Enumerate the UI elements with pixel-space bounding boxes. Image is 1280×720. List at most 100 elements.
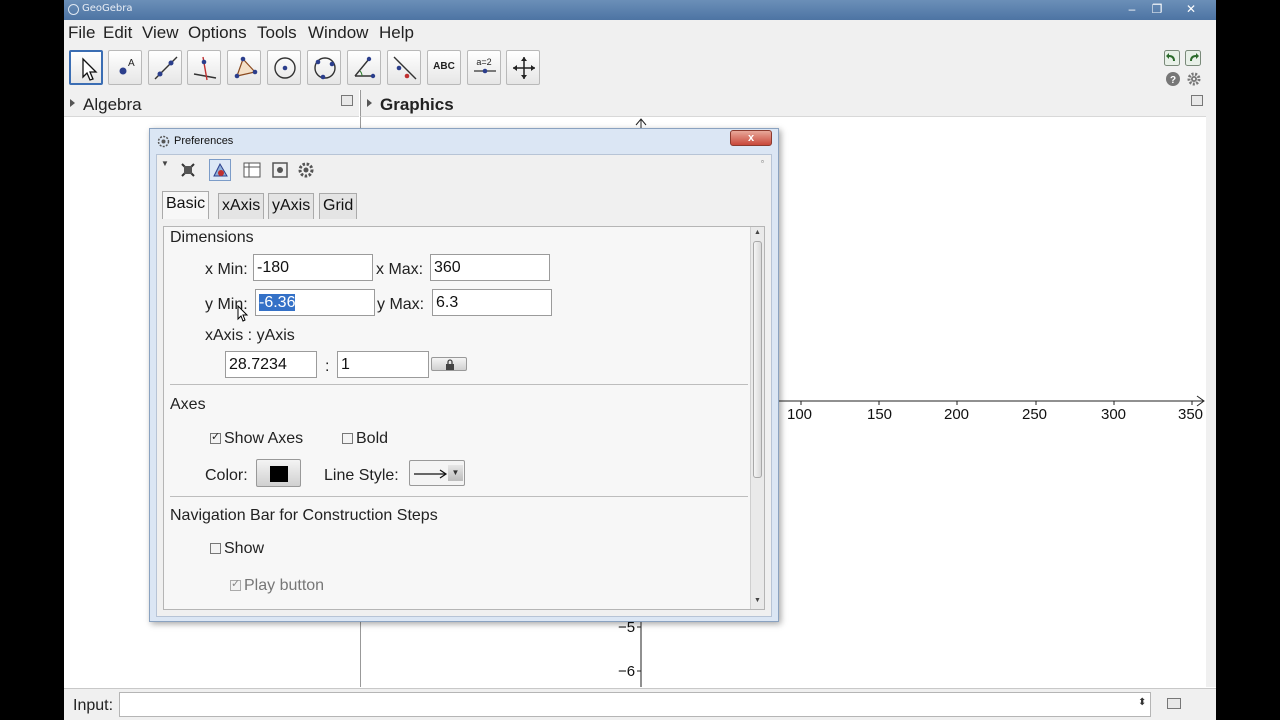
algebra-panel-header: Algebra [64, 90, 359, 117]
dimensions-heading: Dimensions [170, 229, 254, 246]
panel-detach-icon[interactable] [1191, 95, 1203, 106]
preferences-dialog: Preferences x ▼ ▫ Basic xAxis yAxis Grid… [149, 128, 779, 622]
toolbar: A ABC a=2 ? [64, 46, 1216, 90]
slider-icon [474, 68, 496, 74]
dialog-title: Preferences [174, 135, 234, 147]
chevron-down-icon: ▼ [448, 465, 463, 481]
undo-icon[interactable] [1164, 50, 1180, 66]
play-button-checkbox[interactable] [230, 577, 241, 591]
panel-detach-icon[interactable] [341, 95, 353, 106]
x-tick-label: 200 [944, 406, 970, 423]
svg-text:?: ? [1170, 75, 1176, 86]
title-bar: GeoGebra – ❐ ✕ [64, 0, 1216, 20]
circle-tool-button[interactable] [267, 50, 301, 85]
menu-help[interactable]: Help [379, 23, 414, 43]
gear-icon[interactable] [1186, 71, 1202, 87]
collapse-toolbar-icon[interactable]: ▼ [161, 159, 169, 168]
vertical-scrollbar[interactable]: ▲ ▼ [750, 227, 764, 609]
restore-icon[interactable]: ▫ [761, 157, 764, 166]
algebra-panel-title: Algebra [83, 95, 142, 114]
move-graphics-tool-button[interactable] [506, 50, 540, 85]
y-max-field[interactable]: 6.3 [432, 289, 552, 316]
perpendicular-line-icon [193, 56, 217, 81]
input-history-arrows-icon[interactable]: ⬍ [1138, 697, 1146, 708]
show-axes-checkbox[interactable] [210, 430, 221, 444]
reflect-tool-button[interactable] [387, 50, 421, 85]
tab-yaxis[interactable]: yAxis [268, 193, 315, 219]
menu-view[interactable]: View [142, 23, 179, 43]
menu-tools[interactable]: Tools [257, 23, 297, 43]
keyboard-toggle-icon[interactable] [1167, 698, 1181, 709]
move-tool-button[interactable] [69, 50, 103, 85]
maximize-button[interactable]: ❐ [1147, 0, 1167, 18]
mouse-pointer-icon [237, 305, 249, 322]
slider-tool-button[interactable]: a=2 [467, 50, 501, 85]
tab-grid[interactable]: Grid [319, 193, 358, 219]
axis-ratio-label: xAxis : yAxis [205, 327, 295, 344]
graphics-settings-icon[interactable] [209, 159, 231, 181]
perpendicular-tool-button[interactable] [187, 50, 221, 85]
scroll-up-icon[interactable]: ▲ [754, 229, 761, 236]
advanced-settings-gear-icon[interactable] [295, 159, 317, 181]
section-divider [170, 384, 748, 385]
x-min-label: x Min: [205, 261, 248, 278]
y-min-field[interactable]: -6.36 [255, 289, 375, 316]
menu-edit[interactable]: Edit [103, 23, 132, 43]
line-icon [154, 56, 178, 80]
angle-icon [354, 56, 376, 79]
help-icon[interactable]: ? [1165, 71, 1181, 87]
text-tool-button[interactable]: ABC [427, 50, 461, 85]
y-axis-ratio-field[interactable]: 1 [337, 351, 429, 378]
point-tool-button[interactable]: A [108, 50, 142, 85]
angle-tool-button[interactable] [347, 50, 381, 85]
scroll-down-icon[interactable]: ▼ [754, 597, 761, 604]
geogebra-logo-icon [68, 4, 79, 15]
menu-window[interactable]: Window [308, 23, 368, 43]
defaults-icon[interactable] [177, 159, 199, 181]
tab-xaxis[interactable]: xAxis [218, 193, 265, 219]
input-label: Input: [73, 697, 114, 714]
x-max-label: x Max: [376, 261, 424, 278]
point-icon: A [119, 58, 135, 75]
preferences-body: ▼ ▫ Basic xAxis yAxis Grid Dimensions x … [156, 154, 772, 617]
menu-file[interactable]: File [68, 23, 95, 43]
ratio-separator: : [325, 358, 330, 375]
circle-three-points-icon [314, 57, 336, 80]
redo-icon[interactable] [1185, 50, 1201, 66]
line-tool-button[interactable] [148, 50, 182, 85]
spreadsheet-settings-icon[interactable] [241, 159, 263, 181]
input-field[interactable] [119, 692, 1151, 717]
menu-options[interactable]: Options [188, 23, 247, 43]
layout-settings-icon[interactable] [269, 159, 291, 181]
x-min-field[interactable]: -180 [253, 254, 373, 281]
close-window-button[interactable]: ✕ [1181, 0, 1201, 18]
move-arrows-icon [513, 57, 535, 79]
collapse-arrow-icon[interactable] [70, 99, 75, 107]
preferences-gear-icon [157, 135, 170, 148]
dialog-close-button[interactable]: x [730, 130, 772, 146]
bold-checkbox[interactable] [342, 433, 353, 444]
axis-color-button[interactable] [256, 459, 301, 487]
lock-ratio-button[interactable] [431, 357, 467, 371]
line-style-label: Line Style: [324, 467, 399, 484]
svg-text:A: A [128, 58, 135, 69]
scrollbar-thumb[interactable] [753, 241, 762, 478]
circle-through-points-tool-button[interactable] [307, 50, 341, 85]
x-max-field[interactable]: 360 [430, 254, 550, 281]
arrow-line-icon [414, 469, 448, 479]
cursor-arrow-icon [82, 57, 98, 81]
axis-color-label: Color: [205, 467, 248, 484]
reflect-line-icon [393, 56, 417, 80]
x-axis-ratio-field[interactable]: 28.7234 [225, 351, 317, 378]
graphics-panel-header: Graphics [360, 90, 1206, 117]
line-style-dropdown[interactable]: ▼ [409, 460, 465, 486]
show-navigation-checkbox[interactable] [210, 543, 221, 554]
minimize-button[interactable]: – [1122, 0, 1142, 18]
polygon-tool-button[interactable] [227, 50, 261, 85]
tab-basic[interactable]: Basic [162, 191, 210, 219]
basic-settings-pane: Dimensions x Min: -180 x Max: 360 y Min:… [163, 226, 765, 610]
collapse-arrow-icon[interactable] [367, 99, 372, 107]
x-tick-label: 150 [867, 406, 893, 423]
menu-bar: File Edit View Options Tools Window Help [64, 20, 1216, 46]
y-tick-label: −6 [618, 663, 636, 680]
